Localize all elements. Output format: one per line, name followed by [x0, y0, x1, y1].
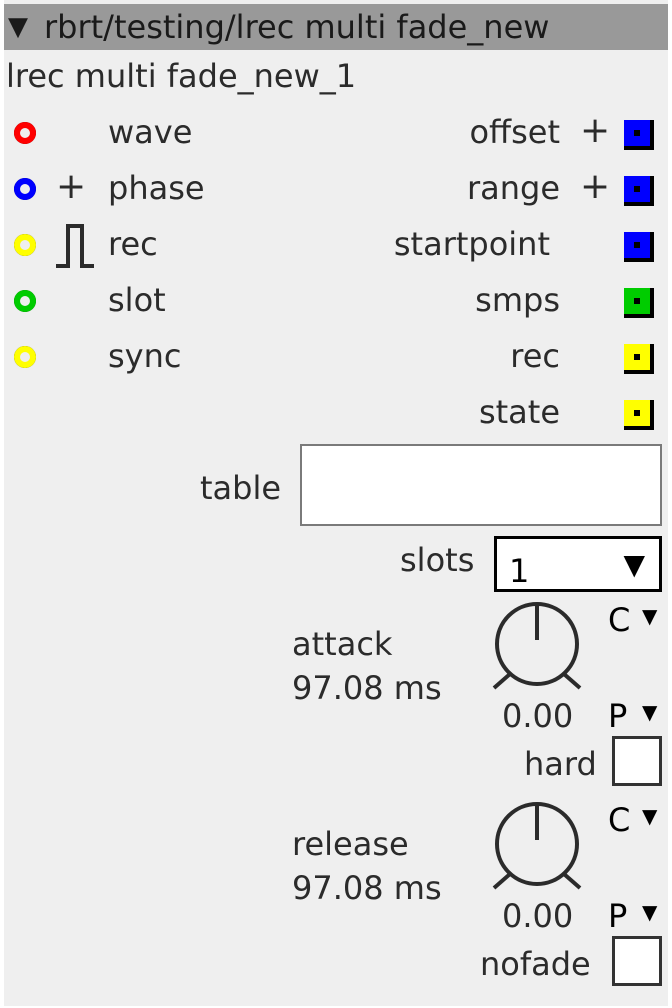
caret-down-icon[interactable]: ▼: [642, 700, 657, 724]
nofade-label: nofade: [480, 945, 591, 983]
hard-checkbox[interactable]: [612, 736, 662, 786]
inlet-wave-label: wave: [108, 113, 193, 151]
release-c-label[interactable]: C: [608, 800, 630, 840]
object-path-title: rbrt/testing/lrec multi fade_new: [44, 8, 550, 46]
inlet-sync-label: sync: [108, 337, 182, 375]
release-label: release: [292, 825, 409, 863]
attack-display: 97.08 ms: [292, 669, 442, 707]
outlet-range-jack[interactable]: [624, 176, 654, 206]
slots-label: slots: [400, 541, 475, 579]
inlet-phase-jack[interactable]: [14, 178, 36, 200]
inlet-slot-jack[interactable]: [14, 290, 36, 312]
attack-p-label[interactable]: P: [608, 696, 627, 736]
chevron-down-icon: ▼: [623, 548, 645, 581]
outlet-smps-jack[interactable]: [624, 288, 654, 318]
inlet-wave-jack[interactable]: [14, 122, 36, 144]
collapse-arrow-icon[interactable]: ▼: [8, 4, 28, 50]
table-field[interactable]: [300, 444, 662, 526]
release-p-label[interactable]: P: [608, 896, 627, 936]
plus-icon: +: [580, 166, 611, 207]
inlet-phase-label: phase: [108, 169, 205, 207]
outlet-range-label: range: [466, 169, 560, 207]
attack-label: attack: [292, 625, 393, 663]
caret-down-icon[interactable]: ▼: [642, 604, 657, 628]
nofade-checkbox[interactable]: [612, 936, 662, 986]
outlet-smps-label: smps: [475, 281, 560, 319]
slots-dropdown[interactable]: 1 ▼: [494, 536, 662, 592]
attack-knob[interactable]: [490, 598, 584, 694]
outlet-offset-jack[interactable]: [624, 120, 654, 150]
outlet-rec-jack[interactable]: [624, 344, 654, 374]
outlet-rec-label: rec: [510, 337, 560, 375]
trigger-pulse-icon: [56, 224, 94, 268]
release-display: 97.08 ms: [292, 869, 442, 907]
caret-down-icon[interactable]: ▼: [642, 804, 657, 828]
inlet-rec-label: rec: [108, 225, 158, 263]
attack-c-label[interactable]: C: [608, 600, 630, 640]
release-knob[interactable]: [490, 798, 584, 894]
release-knob-value: 0.00: [502, 897, 574, 935]
outlet-startpoint-jack[interactable]: [624, 232, 654, 262]
inlet-slot-label: slot: [108, 281, 166, 319]
inlet-sync-jack[interactable]: [14, 346, 36, 368]
outlet-state-label: state: [478, 393, 560, 431]
outlet-startpoint-label: startpoint: [393, 225, 550, 263]
table-label: table: [200, 469, 282, 507]
attack-knob-value: 0.00: [502, 697, 574, 735]
outlet-state-jack[interactable]: [624, 400, 654, 430]
plus-icon: +: [580, 110, 611, 151]
caret-down-icon[interactable]: ▼: [642, 900, 657, 924]
object-titlebar[interactable]: ▼ rbrt/testing/lrec multi fade_new: [4, 4, 668, 50]
hard-label: hard: [524, 745, 597, 783]
instance-name[interactable]: lrec multi fade_new_1: [6, 56, 356, 96]
inlet-rec-jack[interactable]: [14, 234, 36, 256]
outlet-offset-label: offset: [469, 113, 560, 151]
plus-icon: +: [56, 166, 87, 207]
slots-dropdown-value: 1: [509, 552, 530, 590]
